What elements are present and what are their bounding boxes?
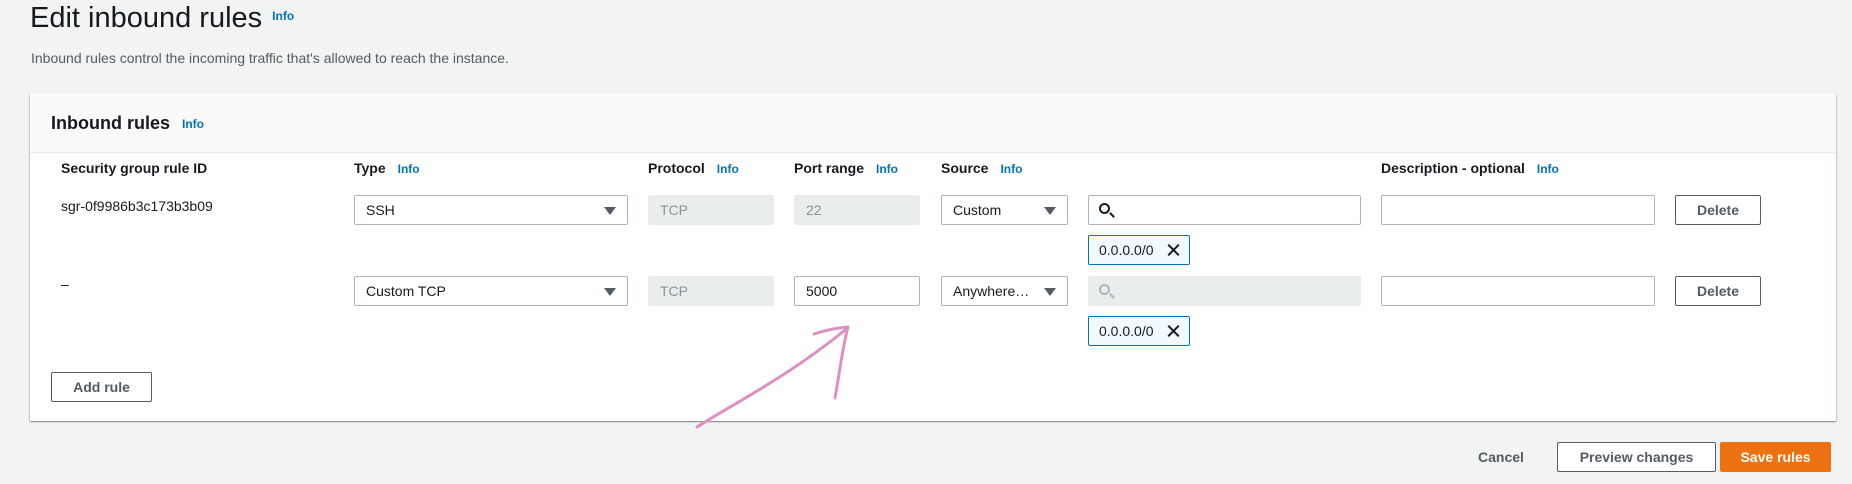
rule-id: – [61,276,69,292]
search-icon [1099,284,1110,295]
description-info-link[interactable]: Info [1537,162,1559,176]
type-info-link[interactable]: Info [398,162,420,176]
source-select-value: Anywhere-IPv4 [953,283,1033,299]
port-range-field: 22 [794,195,920,225]
column-header-rule-id: Security group rule ID [61,160,207,176]
type-select-value: SSH [366,202,395,218]
source-select[interactable]: Custom [941,195,1068,225]
column-header-port-range-label: Port range [794,160,865,176]
panel-info-link[interactable]: Info [182,117,204,131]
panel-title-text: Inbound rules [51,113,170,133]
column-header-port-range: Port range Info [794,160,898,176]
cidr-search-input[interactable] [1088,195,1361,225]
page-title: Edit inbound rules Info [30,0,294,37]
inbound-rules-panel: Inbound rules Info Security group rule ID… [30,94,1836,421]
caret-down-icon [1044,288,1056,296]
page-description: Inbound rules control the incoming traff… [31,50,509,66]
rule-id: sgr-0f9986b3c173b3b09 [61,198,213,214]
caret-down-icon [604,207,616,215]
type-select[interactable]: Custom TCP [354,276,628,306]
source-info-link[interactable]: Info [1000,162,1022,176]
close-icon[interactable] [1165,242,1181,258]
column-header-source: Source Info [941,160,1022,176]
search-icon [1099,203,1110,214]
source-select-value: Custom [953,202,1002,218]
cidr-token-label: 0.0.0.0/0 [1099,323,1154,339]
port-range-input[interactable]: 5000 [794,276,920,306]
panel-header: Inbound rules Info [30,94,1836,153]
column-header-protocol-label: Protocol [648,160,705,176]
column-header-rule-id-label: Security group rule ID [61,160,208,176]
port-range-info-link[interactable]: Info [876,162,898,176]
caret-down-icon [604,288,616,296]
protocol-info-link[interactable]: Info [717,162,739,176]
column-header-description: Description - optional Info [1381,160,1559,176]
cancel-button[interactable]: Cancel [1478,449,1524,465]
delete-rule-button[interactable]: Delete [1675,276,1761,306]
source-select[interactable]: Anywhere-IPv4 [941,276,1068,306]
close-icon[interactable] [1165,323,1181,339]
column-header-type-label: Type [354,160,386,176]
cidr-token: 0.0.0.0/0 [1088,235,1190,265]
column-header-description-label: Description - optional [1381,160,1525,176]
save-rules-button[interactable]: Save rules [1720,442,1831,472]
column-header-source-label: Source [941,160,989,176]
add-rule-button[interactable]: Add rule [51,372,152,402]
caret-down-icon [1044,207,1056,215]
panel-title: Inbound rules Info [51,113,204,134]
protocol-field: TCP [648,276,774,306]
cidr-token: 0.0.0.0/0 [1088,316,1190,346]
description-field[interactable] [1381,195,1655,225]
protocol-field: TCP [648,195,774,225]
preview-changes-button[interactable]: Preview changes [1557,442,1716,472]
cidr-search-input [1088,276,1361,306]
column-header-protocol: Protocol Info [648,160,739,176]
cidr-token-label: 0.0.0.0/0 [1099,242,1154,258]
type-select[interactable]: SSH [354,195,628,225]
column-header-type: Type Info [354,160,420,176]
page-title-text: Edit inbound rules [30,2,263,34]
description-field[interactable] [1381,276,1655,306]
page-info-link[interactable]: Info [272,9,294,23]
type-select-value: Custom TCP [366,283,446,299]
delete-rule-button[interactable]: Delete [1675,195,1761,225]
